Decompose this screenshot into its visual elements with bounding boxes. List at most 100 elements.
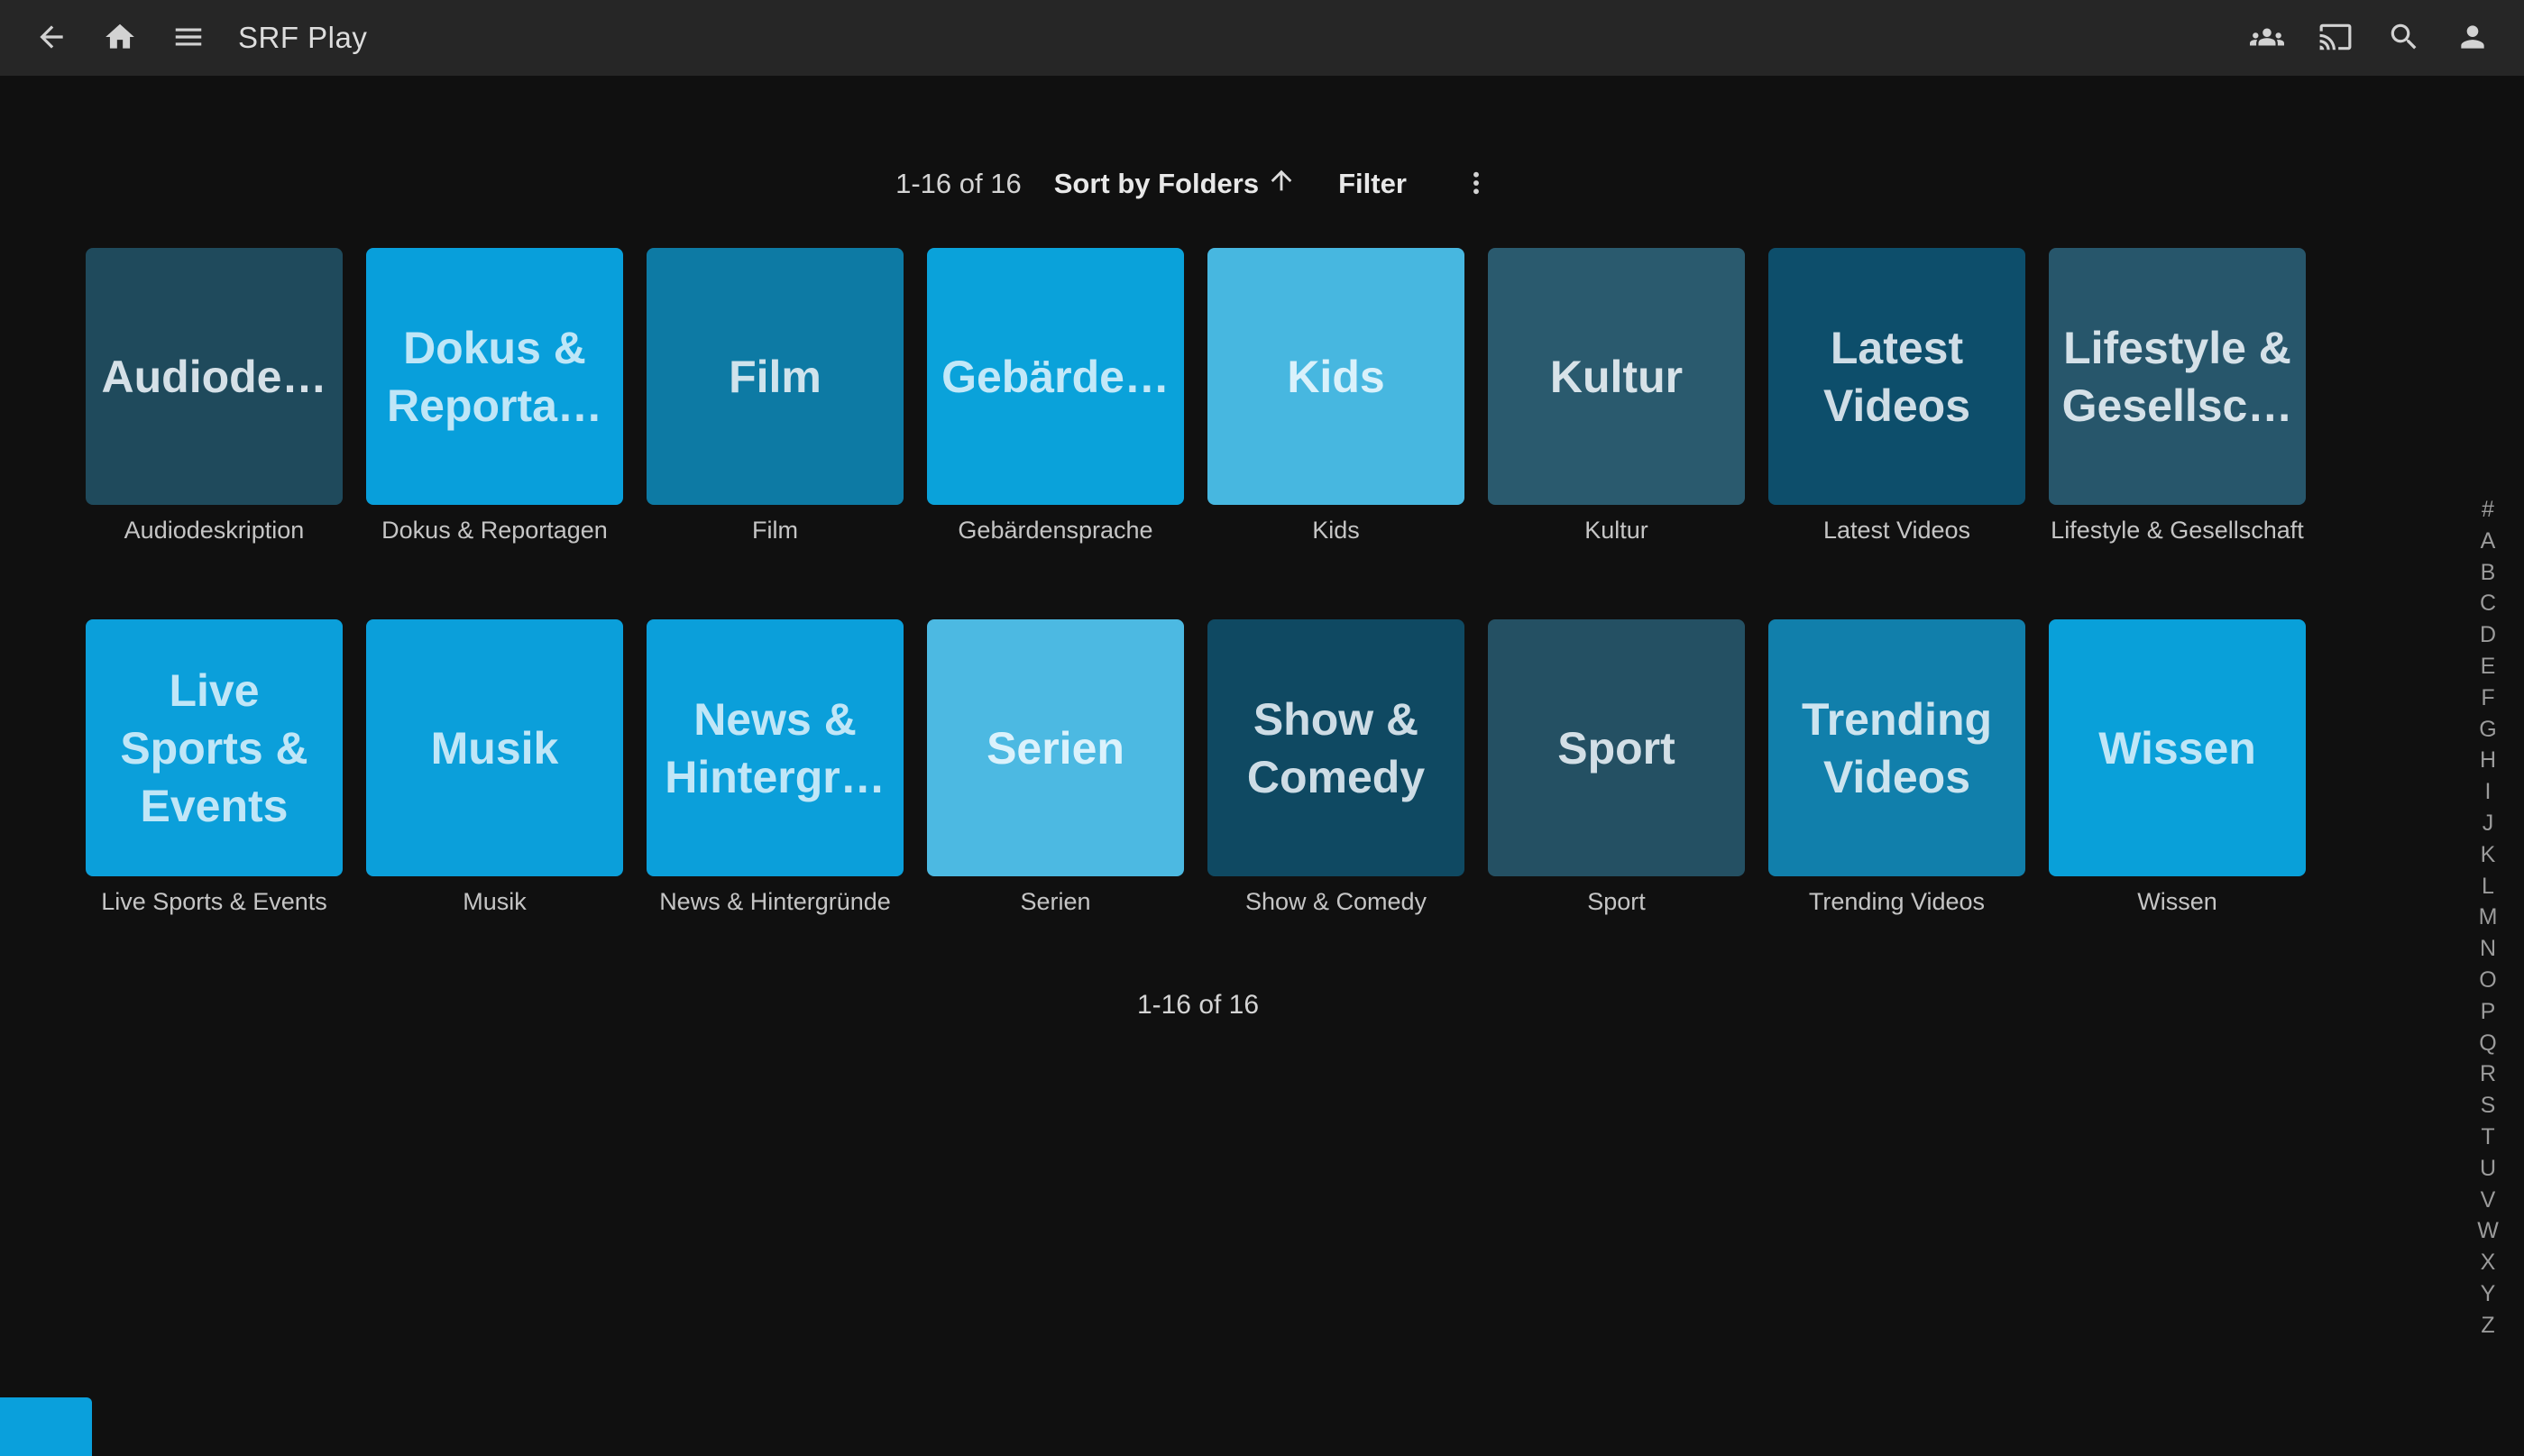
folder-tile-label: Dokus & Reporta… <box>387 319 602 435</box>
folder-cell: Latest Videos Latest Videos <box>1768 248 2025 545</box>
alpha-letter-J[interactable]: J <box>2472 808 2504 839</box>
folder-tile[interactable]: Gebärde… <box>927 248 1184 505</box>
folder-caption: Serien <box>927 888 1184 916</box>
library-controls-row: 1-16 of 16 Sort by Folders Filter <box>86 159 2310 209</box>
filter-button[interactable]: Filter <box>1329 162 1416 206</box>
folder-tile[interactable]: Serien <box>927 619 1184 876</box>
alpha-letter-L[interactable]: L <box>2472 871 2504 902</box>
syncplay-button[interactable] <box>2241 0 2293 76</box>
folder-cell: Serien Serien <box>927 619 1184 916</box>
folder-tile-label: Serien <box>987 719 1124 777</box>
alpha-letter-O[interactable]: O <box>2472 965 2504 996</box>
folder-tile[interactable]: Musik <box>366 619 623 876</box>
folder-tile-label: Live Sports & Events <box>120 662 307 835</box>
folder-tile-label: Sport <box>1557 719 1675 777</box>
more-options-button[interactable] <box>1452 160 1501 208</box>
bottom-left-partial-tile <box>0 1397 92 1456</box>
folder-caption: Musik <box>366 888 623 916</box>
alpha-letter-Q[interactable]: Q <box>2472 1028 2504 1059</box>
folder-tile-label: Kultur <box>1550 348 1683 406</box>
folder-tile-label: Wissen <box>2098 719 2256 777</box>
alpha-letter-P[interactable]: P <box>2472 996 2504 1028</box>
alpha-letter-I[interactable]: I <box>2472 776 2504 808</box>
alpha-letter-Y[interactable]: Y <box>2472 1278 2504 1310</box>
alpha-letter-F[interactable]: F <box>2472 682 2504 714</box>
alpha-letter-V[interactable]: V <box>2472 1185 2504 1216</box>
folder-caption: Kultur <box>1488 517 1745 545</box>
search-icon <box>2387 20 2421 57</box>
alpha-letter-#[interactable]: # <box>2472 494 2504 526</box>
folder-tile[interactable]: Kultur <box>1488 248 1745 505</box>
alpha-letter-G[interactable]: G <box>2472 714 2504 746</box>
folder-cell: Live Sports & Events Live Sports & Event… <box>86 619 343 916</box>
folder-caption: Dokus & Reportagen <box>366 517 623 545</box>
alpha-letter-M[interactable]: M <box>2472 902 2504 933</box>
folder-tile[interactable]: Kids <box>1207 248 1464 505</box>
sort-button-label: Sort by Folders <box>1054 168 1259 200</box>
folder-caption: Audiodeskription <box>86 517 343 545</box>
menu-button[interactable] <box>162 0 215 76</box>
cast-button[interactable] <box>2309 0 2362 76</box>
folder-caption: Lifestyle & Gesellschaft <box>2049 517 2306 545</box>
folder-caption: Gebärdensprache <box>927 517 1184 545</box>
top-toolbar: SRF Play <box>0 0 2524 76</box>
menu-icon <box>171 20 206 57</box>
home-button[interactable] <box>94 0 146 76</box>
folder-cell: Dokus & Reporta… Dokus & Reportagen <box>366 248 623 545</box>
back-icon <box>34 20 69 57</box>
folder-tile[interactable]: Latest Videos <box>1768 248 2025 505</box>
folder-tile-label: News & Hintergr… <box>665 691 885 806</box>
alpha-letter-Z[interactable]: Z <box>2472 1310 2504 1342</box>
folder-caption: News & Hintergründe <box>647 888 904 916</box>
folder-cell: News & Hintergr… News & Hintergründe <box>647 619 904 916</box>
folder-cell: Show & Comedy Show & Comedy <box>1207 619 1464 916</box>
alphabet-picker: #ABCDEFGHIJKLMNOPQRSTUVWXYZ <box>2472 494 2504 1342</box>
user-button[interactable] <box>2446 0 2499 76</box>
alpha-letter-T[interactable]: T <box>2472 1122 2504 1153</box>
back-button[interactable] <box>25 0 78 76</box>
folder-tile[interactable]: News & Hintergr… <box>647 619 904 876</box>
folder-tile-label: Kids <box>1287 348 1384 406</box>
alpha-letter-S[interactable]: S <box>2472 1090 2504 1122</box>
cast-icon <box>2318 20 2353 57</box>
folder-tile[interactable]: Show & Comedy <box>1207 619 1464 876</box>
folder-tile-label: Lifestyle & Gesellsc… <box>2062 319 2293 435</box>
alpha-letter-E[interactable]: E <box>2472 651 2504 682</box>
folder-tile-label: Musik <box>431 719 559 777</box>
alpha-letter-W[interactable]: W <box>2472 1215 2504 1247</box>
alpha-letter-A[interactable]: A <box>2472 526 2504 557</box>
pager-text-bottom: 1-16 of 16 <box>86 990 2310 1021</box>
folder-tile-label: Gebärde… <box>941 348 1170 406</box>
folder-tile-label: Trending Videos <box>1802 691 1992 806</box>
alpha-letter-B[interactable]: B <box>2472 557 2504 589</box>
folder-tile[interactable]: Live Sports & Events <box>86 619 343 876</box>
alpha-letter-X[interactable]: X <box>2472 1247 2504 1278</box>
alpha-letter-R[interactable]: R <box>2472 1058 2504 1090</box>
folder-tile[interactable]: Audiode… <box>86 248 343 505</box>
folder-tile[interactable]: Trending Videos <box>1768 619 2025 876</box>
folder-cell: Trending Videos Trending Videos <box>1768 619 2025 916</box>
search-button[interactable] <box>2378 0 2430 76</box>
folder-cell: Film Film <box>647 248 904 545</box>
folder-tile-label: Latest Videos <box>1823 319 1970 435</box>
sort-button[interactable]: Sort by Folders <box>1045 160 1306 208</box>
pager-text-top: 1-16 of 16 <box>895 168 1022 200</box>
alpha-letter-U[interactable]: U <box>2472 1153 2504 1185</box>
alpha-letter-N[interactable]: N <box>2472 933 2504 965</box>
library-content: 1-16 of 16 Sort by Folders Filter Audiod… <box>0 76 2524 1021</box>
alpha-letter-C[interactable]: C <box>2472 588 2504 619</box>
alpha-letter-K[interactable]: K <box>2472 839 2504 871</box>
alpha-letter-D[interactable]: D <box>2472 619 2504 651</box>
folder-caption: Kids <box>1207 517 1464 545</box>
sort-ascending-arrow-icon <box>1266 165 1297 203</box>
folder-tile[interactable]: Film <box>647 248 904 505</box>
alpha-letter-H[interactable]: H <box>2472 745 2504 776</box>
folder-tile[interactable]: Sport <box>1488 619 1745 876</box>
folder-cell: Wissen Wissen <box>2049 619 2306 916</box>
folder-cell: Musik Musik <box>366 619 623 916</box>
folder-tile[interactable]: Lifestyle & Gesellsc… <box>2049 248 2306 505</box>
folder-tile[interactable]: Wissen <box>2049 619 2306 876</box>
folder-tile[interactable]: Dokus & Reporta… <box>366 248 623 505</box>
folder-caption: Latest Videos <box>1768 517 2025 545</box>
more-vertical-icon <box>1462 169 1491 200</box>
